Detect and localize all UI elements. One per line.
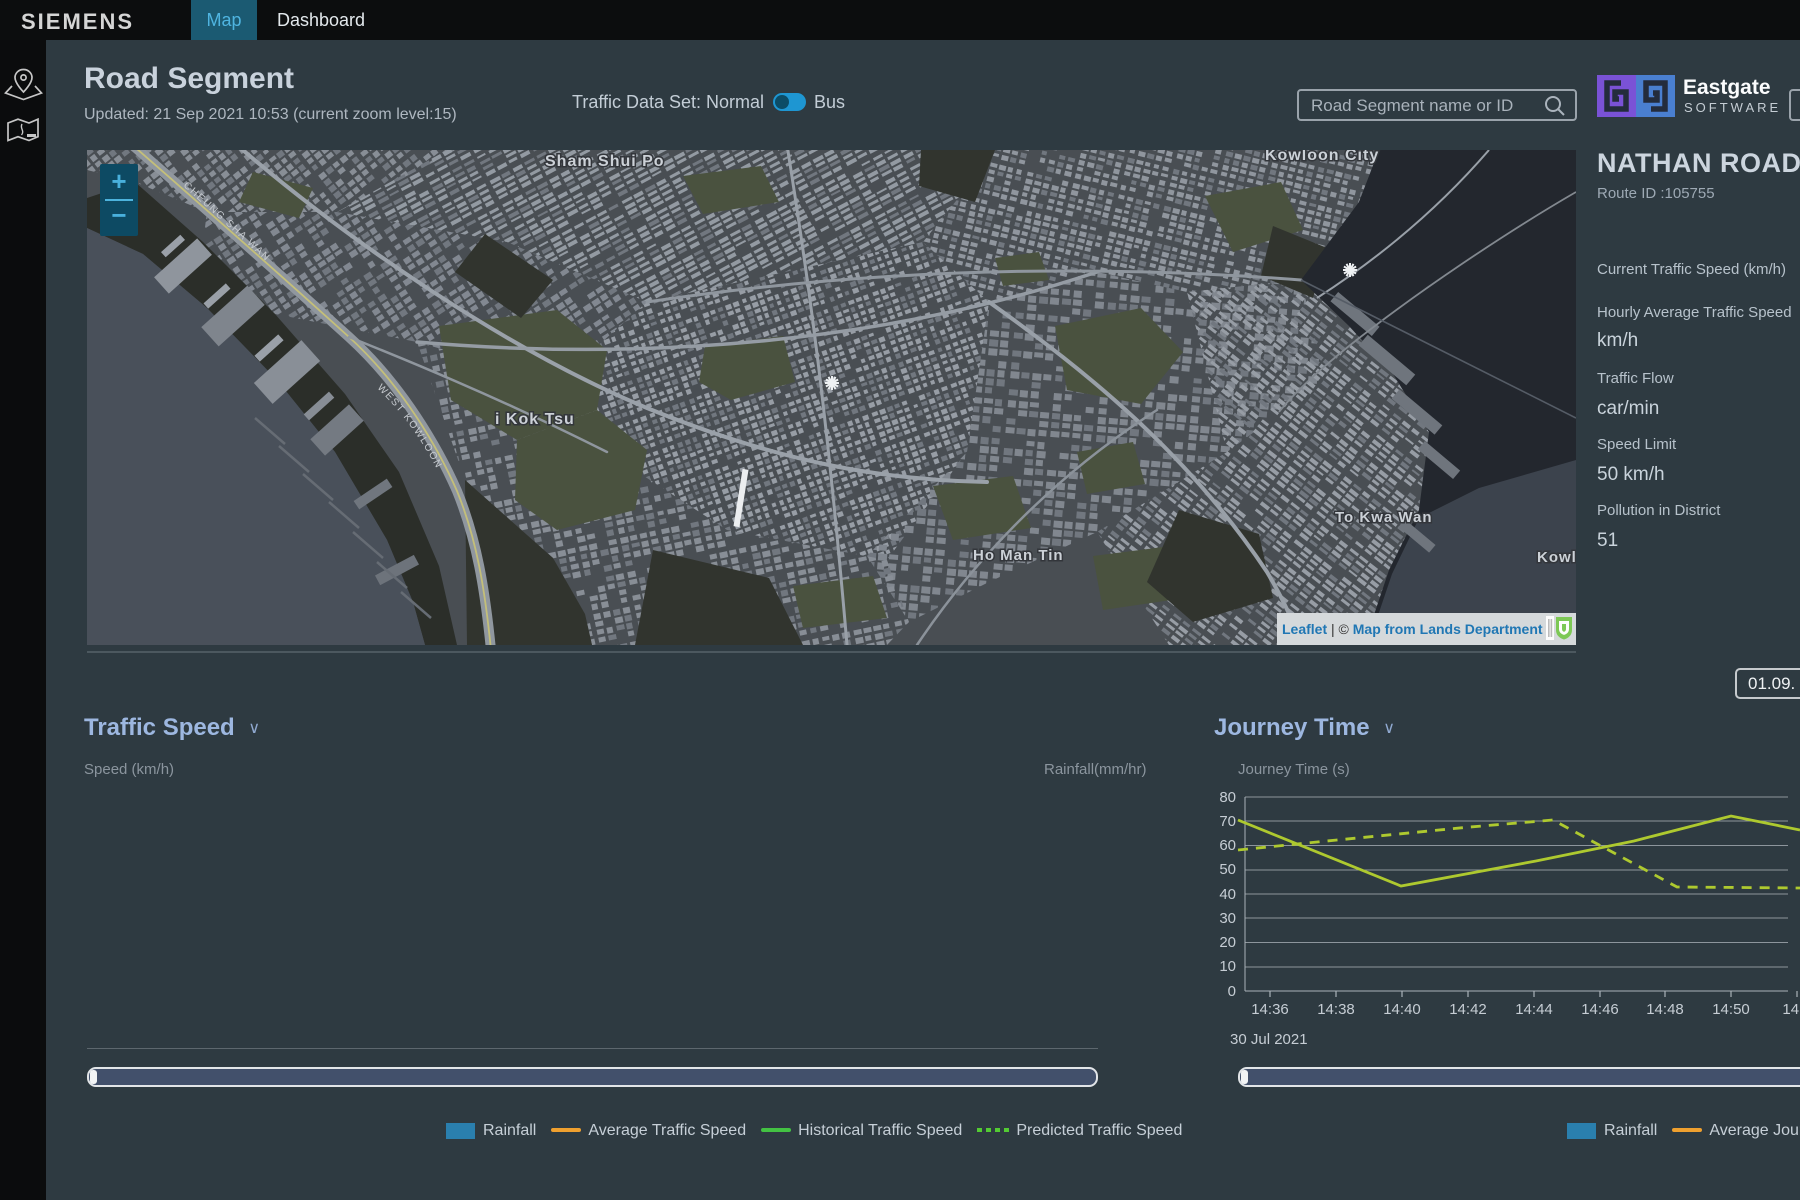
- svg-text:14:38: 14:38: [1317, 1001, 1355, 1018]
- svg-text:14:40: 14:40: [1383, 1001, 1421, 1018]
- svg-text:To Kwa Wan: To Kwa Wan: [1335, 509, 1433, 526]
- svg-text:20: 20: [1219, 934, 1236, 951]
- svg-text:30 Jul 2021: 30 Jul 2021: [1230, 1031, 1308, 1048]
- svg-text:14:50: 14:50: [1712, 1001, 1750, 1018]
- svg-text:14:48: 14:48: [1646, 1001, 1684, 1018]
- svg-text:60: 60: [1219, 837, 1236, 854]
- svg-text:i Kok Tsu: i Kok Tsu: [495, 411, 575, 428]
- svg-text:0: 0: [1228, 983, 1236, 1000]
- svg-text:70: 70: [1219, 813, 1236, 830]
- svg-text:14:5: 14:5: [1782, 1001, 1800, 1018]
- svg-text:30: 30: [1219, 910, 1236, 927]
- svg-text:14:44: 14:44: [1515, 1001, 1553, 1018]
- svg-text:Sham Shui Po: Sham Shui Po: [545, 153, 665, 170]
- svg-text:40: 40: [1219, 886, 1236, 903]
- svg-text:14:36: 14:36: [1251, 1001, 1289, 1018]
- svg-text:10: 10: [1219, 958, 1236, 975]
- svg-text:14:42: 14:42: [1449, 1001, 1487, 1018]
- svg-text:Kowlo: Kowlo: [1537, 549, 1576, 566]
- svg-text:80: 80: [1219, 789, 1236, 806]
- svg-text:Kowloon City: Kowloon City: [1265, 150, 1379, 164]
- svg-text:Ho Man Tin: Ho Man Tin: [973, 547, 1064, 564]
- svg-text:14:46: 14:46: [1581, 1001, 1619, 1018]
- svg-text:50: 50: [1219, 861, 1236, 878]
